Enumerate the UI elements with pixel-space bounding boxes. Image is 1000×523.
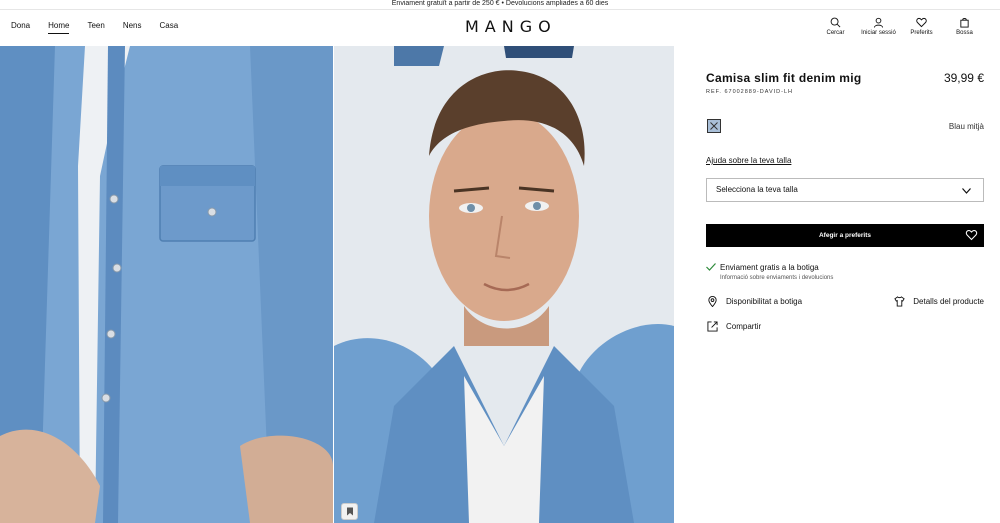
product-reference: REF. 67002889-DAVID-LH bbox=[706, 89, 794, 95]
selected-color-name: Blau mitjà bbox=[948, 122, 984, 131]
nav-item-nens[interactable]: Nens bbox=[123, 21, 142, 34]
shirt-torso-illustration bbox=[0, 46, 333, 523]
store-availability-label: Disponibilitat a botiga bbox=[726, 297, 803, 306]
size-select-placeholder: Selecciona la teva talla bbox=[716, 185, 798, 194]
product-price: 39,99 € bbox=[943, 71, 984, 85]
size-help-link[interactable]: Ajuda sobre la teva talla bbox=[706, 156, 791, 165]
bookmark-icon bbox=[346, 507, 353, 516]
user-icon bbox=[873, 17, 884, 28]
product-details-button[interactable]: Detalls del producte bbox=[894, 296, 984, 307]
save-look-button[interactable] bbox=[341, 503, 358, 520]
nav-item-home[interactable]: Home bbox=[48, 21, 70, 34]
size-select[interactable]: Selecciona la teva talla bbox=[706, 178, 984, 202]
share-label: Compartir bbox=[726, 322, 762, 331]
search-label: Cercar bbox=[826, 30, 845, 36]
shipping-title: Enviament gratis a la botiga bbox=[720, 263, 819, 272]
site-header: Dona Home Teen Nens Casa MANGO Cercar In… bbox=[0, 10, 1000, 46]
heart-icon bbox=[965, 229, 978, 241]
bag-label: Bossa bbox=[956, 30, 973, 36]
share-icon bbox=[707, 321, 718, 332]
location-pin-icon bbox=[708, 296, 717, 307]
nav-item-teen[interactable]: Teen bbox=[87, 21, 104, 34]
shirt-icon bbox=[894, 296, 905, 307]
color-swatch-blau-mitja[interactable] bbox=[707, 119, 721, 133]
nav-item-dona[interactable]: Dona bbox=[11, 21, 30, 34]
heart-icon bbox=[916, 17, 927, 28]
brand-logo[interactable]: MANGO bbox=[465, 18, 551, 36]
nav-item-casa[interactable]: Casa bbox=[160, 21, 179, 34]
login-label: Iniciar sessió bbox=[861, 30, 896, 36]
add-to-favorites-button[interactable]: Afegir a preferits bbox=[706, 224, 984, 247]
add-to-favorites-label: Afegir a preferits bbox=[818, 232, 872, 239]
product-image-torso[interactable] bbox=[0, 46, 333, 523]
search-icon bbox=[830, 17, 841, 28]
model-portrait-illustration bbox=[334, 46, 674, 523]
share-button[interactable]: Compartir bbox=[707, 321, 761, 332]
header-actions: Cercar Iniciar sessió Preferits Bossa bbox=[814, 17, 986, 36]
bag-button[interactable]: Bossa bbox=[943, 17, 986, 36]
favorites-button[interactable]: Preferits bbox=[900, 17, 943, 36]
shipping-info-link[interactable]: Informació sobre enviaments i devolucion… bbox=[720, 275, 833, 281]
login-button[interactable]: Iniciar sessió bbox=[857, 17, 900, 36]
chevron-down-icon bbox=[962, 188, 971, 194]
check-icon bbox=[706, 263, 716, 271]
product-image-face[interactable] bbox=[334, 46, 674, 523]
product-details-label: Detalls del producte bbox=[913, 297, 984, 306]
search-button[interactable]: Cercar bbox=[814, 17, 857, 36]
bag-icon bbox=[960, 18, 969, 28]
product-panel: Camisa slim fit denim mig 39,99 € REF. 6… bbox=[706, 46, 984, 523]
close-icon bbox=[710, 122, 718, 130]
favorites-label: Preferits bbox=[910, 30, 933, 36]
store-availability-button[interactable]: Disponibilitat a botiga bbox=[707, 296, 802, 307]
main-nav: Dona Home Teen Nens Casa bbox=[11, 21, 178, 34]
product-title: Camisa slim fit denim mig bbox=[706, 71, 862, 85]
promo-banner[interactable]: Enviament gratuït a partir de 250 € • De… bbox=[0, 0, 1000, 10]
